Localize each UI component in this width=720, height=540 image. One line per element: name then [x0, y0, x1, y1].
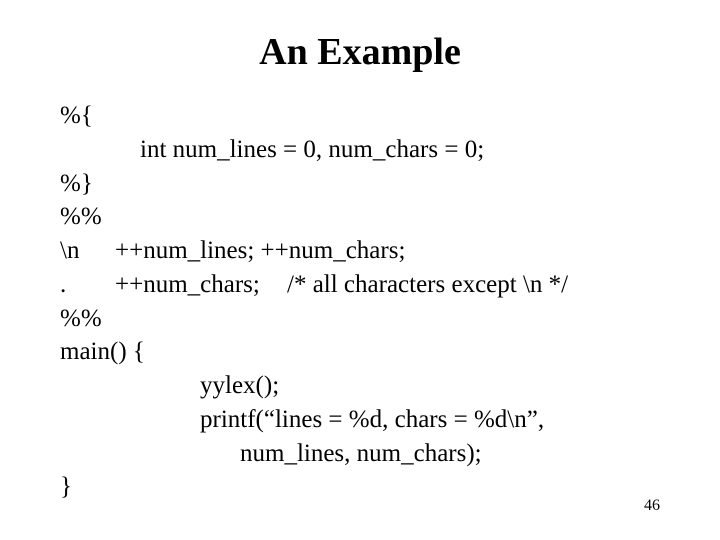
code-line-10: printf(“lines = %d, chars = %d\n”,	[60, 403, 660, 437]
code-comment: /* all characters except \n */	[287, 268, 660, 302]
code-block: %{ int num_lines = 0, num_chars = 0; %} …	[60, 99, 660, 504]
code-line-11: num_lines, num_chars);	[60, 437, 660, 471]
code-line-3: %}	[60, 167, 660, 201]
code-token: .	[60, 268, 115, 302]
code-token: \n	[60, 234, 115, 268]
code-line-2: int num_lines = 0, num_chars = 0;	[60, 133, 660, 167]
code-text: num_lines, num_chars);	[240, 440, 482, 467]
code-token: %{	[60, 99, 115, 133]
slide-container: An Example %{ int num_lines = 0, num_cha…	[0, 0, 720, 540]
code-line-12: }	[60, 470, 660, 504]
code-line-4: %%	[60, 200, 660, 234]
code-token: %}	[60, 167, 115, 201]
code-text: printf(“lines = %d, chars = %d\n”,	[200, 406, 544, 433]
slide-title: An Example	[60, 30, 660, 74]
code-line-1: %{	[60, 99, 660, 133]
code-text: ++num_chars;	[115, 268, 287, 302]
page-number: 46	[644, 497, 660, 515]
code-line-5: \n++num_lines; ++num_chars;	[60, 234, 660, 268]
code-text: main() {	[60, 338, 145, 365]
code-line-9: yylex();	[60, 369, 660, 403]
code-token: %%	[60, 200, 115, 234]
code-text: yylex();	[200, 372, 279, 399]
code-token: %%	[60, 302, 115, 336]
code-text: }	[60, 473, 72, 500]
code-line-8: main() {	[60, 335, 660, 369]
code-line-6: . ++num_chars; /* all characters except …	[60, 268, 660, 302]
code-text: ++num_lines; ++num_chars;	[115, 237, 405, 264]
code-text: int num_lines = 0, num_chars = 0;	[140, 136, 484, 163]
code-line-7: %%	[60, 302, 660, 336]
